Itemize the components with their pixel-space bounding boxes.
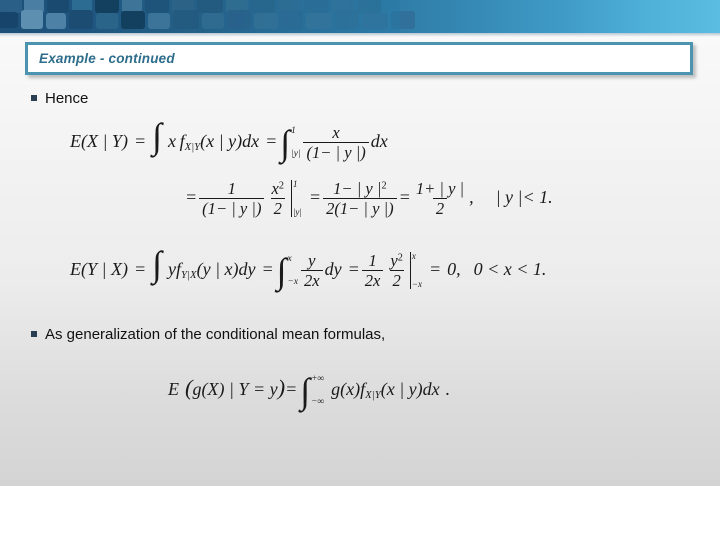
eq3-equals-1: = bbox=[133, 259, 147, 280]
eq2-condition: | y |< 1. bbox=[495, 187, 553, 208]
evaluation-bar: x −x bbox=[409, 251, 422, 290]
eq3-fraction-2: 1 2x bbox=[361, 250, 384, 290]
eq2-fraction-1: 1 (1− | y |) bbox=[199, 178, 265, 218]
eq3-fraction-3: y2 2 bbox=[387, 250, 405, 290]
equation-conditional-mean-y-given-x: E(Y | X) = ∫ yfY|X(y | x)dy = ∫ x −x y 2x dy = 1 2x y2… bbox=[70, 246, 547, 292]
eq2-f3-num: 1− | y |2 bbox=[333, 178, 387, 198]
slide-title-box: Example - continued bbox=[25, 42, 693, 75]
eq3-result: 0, bbox=[447, 259, 461, 280]
eq2-f1-den: (1− | y |) bbox=[199, 198, 265, 217]
integral-upper-limit: +∞ bbox=[311, 373, 325, 384]
integral-lower-limit: −∞ bbox=[311, 396, 325, 407]
page-title: Example - continued bbox=[39, 51, 175, 66]
square-bullet-icon bbox=[31, 331, 37, 337]
eq2-fraction-3: 1− | y |2 2(1− | y |) bbox=[323, 178, 397, 218]
banner-glow-overlay bbox=[0, 0, 400, 33]
banner-bottom-edge bbox=[0, 33, 720, 37]
eq2-f1-num: 1 bbox=[227, 178, 236, 198]
integral-upper-limit: x bbox=[287, 253, 292, 264]
definite-integral: ∫ x −x bbox=[276, 251, 298, 292]
eq2-equals-2: = bbox=[308, 187, 322, 208]
bullet-item-generalization: As generalization of the conditional mea… bbox=[31, 326, 385, 343]
eval-lower-limit: |y| bbox=[292, 207, 302, 218]
slide-header-banner bbox=[0, 0, 720, 33]
eq3-equals-4: = bbox=[428, 259, 442, 280]
eq3-equals-3: = bbox=[347, 259, 360, 280]
eq2-f4-den: 2 bbox=[432, 198, 448, 217]
equation-conditional-mean-x-result: = 1 (1− | y |) x2 2 1 |y| = 1− | y |2 2(1− | y |)… bbox=[185, 178, 553, 218]
eq3-f2-num: 1 bbox=[368, 250, 377, 270]
integral-sign: ∫ bbox=[152, 115, 162, 156]
eq3-fraction-1: y 2x bbox=[301, 250, 323, 290]
eq2-f4-num: 1+ | y | bbox=[415, 178, 465, 198]
eq3-differential: dy bbox=[324, 259, 342, 280]
eq2-fraction-2: x2 2 bbox=[268, 178, 286, 218]
eq1-equals-1: = bbox=[133, 131, 147, 152]
eval-lower-limit: −x bbox=[411, 279, 422, 290]
eq4-operator: E bbox=[168, 379, 179, 399]
eq2-f2-den: 2 bbox=[270, 198, 285, 217]
eq4-integrand: g(x)fX|Y(x | y)dx bbox=[331, 379, 440, 402]
eq3-f3-den: 2 bbox=[389, 270, 404, 289]
eq4-lhs-body: ( bbox=[185, 375, 193, 400]
eq3-f1-den: 2x bbox=[301, 270, 323, 289]
bullet-label: As generalization of the conditional mea… bbox=[45, 326, 386, 343]
eq3-equals-2: = bbox=[261, 259, 274, 280]
integral-upper-limit: 1 bbox=[291, 125, 296, 136]
eq1-fraction-numerator: x bbox=[332, 122, 340, 142]
eval-upper-limit: x bbox=[411, 251, 416, 262]
eq3-condition: 0 < x < 1. bbox=[473, 259, 547, 280]
eq2-f2-num: x2 bbox=[271, 178, 284, 198]
eq1-equals-2: = bbox=[265, 131, 278, 152]
eq2-fraction-4: 1+ | y | 2 bbox=[413, 178, 467, 218]
eval-upper-limit: 1 bbox=[292, 179, 298, 190]
eq3-f2-den: 2x bbox=[361, 270, 384, 289]
slide-canvas: Example - continued Hence E(X | Y) = ∫ x fX… bbox=[0, 0, 720, 486]
eq1-integrand: x fX|Y(x | y)dx bbox=[167, 131, 260, 154]
integral-lower-limit: |y| bbox=[291, 148, 301, 159]
evaluation-bar: 1 |y| bbox=[290, 179, 302, 218]
eq3-f1-num: y bbox=[308, 250, 316, 270]
eq2-comma: , bbox=[469, 187, 474, 208]
equation-generalized-conditional-mean: E (g(X) | Y = y)= ∫ +∞ −∞ g(x)fX|Y(x | y)dx. bbox=[168, 371, 451, 412]
integral-lower-limit: −x bbox=[287, 276, 298, 287]
eq4-lhs-close: ) bbox=[277, 375, 286, 400]
eq2-f3-den: 2(1− | y |) bbox=[323, 198, 397, 217]
eq2-equals-1: = bbox=[185, 187, 198, 208]
eq3-integrand: yfY|X(y | x)dy bbox=[167, 259, 256, 282]
eq1-fraction: x (1− | y |) bbox=[303, 122, 369, 162]
eq3-lhs: E(Y | X) bbox=[70, 259, 128, 280]
integral-sign: ∫ bbox=[152, 243, 162, 284]
bullet-item-hence: Hence bbox=[31, 90, 88, 107]
square-bullet-icon bbox=[31, 95, 37, 101]
bullet-label: Hence bbox=[45, 90, 89, 107]
equation-conditional-mean-x-given-y: E(X | Y) = ∫ x fX|Y(x | y)dx = ∫ 1 |y| x (1− | y … bbox=[70, 118, 388, 164]
eq2-equals-3: = bbox=[398, 187, 411, 208]
eq1-differential: dx bbox=[370, 131, 388, 152]
eq1-fraction-denominator: (1− | y |) bbox=[303, 142, 369, 161]
eq4-lhs-args: g(X) | Y = y bbox=[192, 379, 278, 399]
eq4-equals: = bbox=[285, 379, 298, 399]
definite-integral: ∫ +∞ −∞ bbox=[300, 371, 325, 412]
eq1-lhs: E(X | Y) bbox=[70, 131, 128, 152]
eq3-f3-num: y2 bbox=[390, 250, 403, 270]
definite-integral: ∫ 1 |y| bbox=[280, 123, 301, 164]
eq4-period: . bbox=[445, 379, 451, 399]
